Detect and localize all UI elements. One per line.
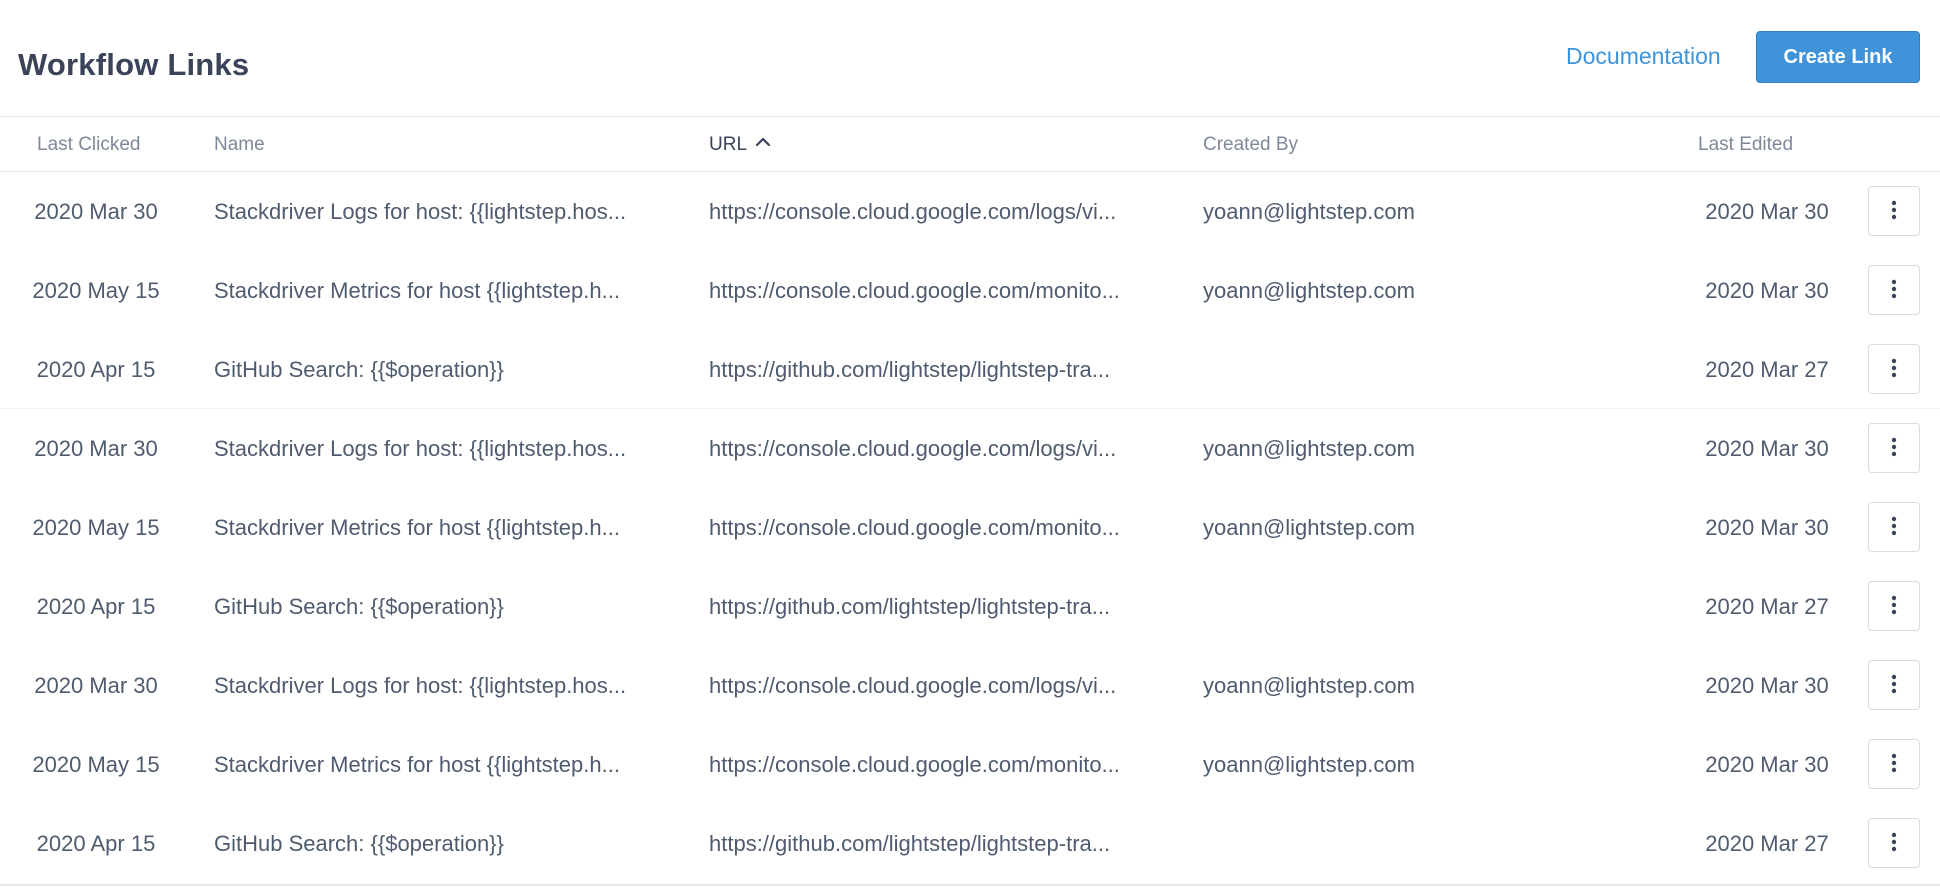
- row-menu-button[interactable]: [1868, 186, 1920, 236]
- last-clicked-cell: 2020 Apr 15: [36, 357, 156, 382]
- row-menu-button[interactable]: [1868, 739, 1920, 789]
- table-row: 2020 Apr 15 GitHub Search: {{$operation}…: [0, 330, 1940, 409]
- name-cell[interactable]: GitHub Search: {{$operation}}: [214, 831, 674, 857]
- url-cell[interactable]: https://console.cloud.google.com/monito.…: [709, 752, 1169, 778]
- column-header-url[interactable]: URL: [709, 134, 771, 156]
- last-edited-cell: 2020 Mar 30: [1705, 752, 1829, 777]
- documentation-link[interactable]: Documentation: [1566, 43, 1721, 70]
- name-cell[interactable]: GitHub Search: {{$operation}}: [214, 357, 674, 383]
- last-edited-cell: 2020 Mar 30: [1705, 278, 1829, 303]
- column-header-url-label: URL: [709, 134, 748, 155]
- last-clicked-cell: 2020 May 15: [32, 752, 160, 777]
- url-cell[interactable]: https://console.cloud.google.com/logs/vi…: [709, 436, 1169, 462]
- table-row: 2020 Mar 30 Stackdriver Logs for host: {…: [0, 646, 1940, 725]
- last-clicked-cell: 2020 Apr 15: [36, 831, 156, 856]
- row-menu-button[interactable]: [1868, 581, 1920, 631]
- name-cell[interactable]: Stackdriver Metrics for host {{lightstep…: [214, 278, 674, 304]
- last-edited-cell: 2020 Mar 27: [1705, 594, 1829, 619]
- workflow-links-card: Workflow Links Documentation Create Link…: [0, 0, 1940, 886]
- kebab-menu-icon: [1891, 832, 1897, 855]
- column-header-name[interactable]: Name: [214, 134, 265, 156]
- row-menu-button[interactable]: [1868, 660, 1920, 710]
- kebab-menu-icon: [1891, 516, 1897, 539]
- kebab-menu-icon: [1891, 595, 1897, 618]
- row-menu-button[interactable]: [1868, 502, 1920, 552]
- created-by-cell: yoann@lightstep.com: [1203, 199, 1415, 224]
- kebab-menu-icon: [1891, 200, 1897, 223]
- table-row: 2020 May 15 Stackdriver Metrics for host…: [0, 488, 1940, 567]
- url-cell[interactable]: https://console.cloud.google.com/monito.…: [709, 515, 1169, 541]
- last-edited-cell: 2020 Mar 27: [1705, 831, 1829, 856]
- created-by-cell: yoann@lightstep.com: [1203, 673, 1415, 698]
- kebab-menu-icon: [1891, 437, 1897, 460]
- table-row: 2020 May 15 Stackdriver Metrics for host…: [0, 251, 1940, 330]
- url-cell[interactable]: https://console.cloud.google.com/monito.…: [709, 278, 1169, 304]
- last-edited-cell: 2020 Mar 30: [1705, 199, 1829, 224]
- last-edited-cell: 2020 Mar 30: [1705, 673, 1829, 698]
- table-row: 2020 Apr 15 GitHub Search: {{$operation}…: [0, 567, 1940, 646]
- created-by-cell: yoann@lightstep.com: [1203, 752, 1415, 777]
- column-header-created-by[interactable]: Created By: [1203, 134, 1298, 156]
- name-cell[interactable]: Stackdriver Metrics for host {{lightstep…: [214, 752, 674, 778]
- row-menu-button[interactable]: [1868, 344, 1920, 394]
- table-row: 2020 Mar 30 Stackdriver Logs for host: {…: [0, 409, 1940, 488]
- name-cell[interactable]: GitHub Search: {{$operation}}: [214, 594, 674, 620]
- url-cell[interactable]: https://github.com/lightstep/lightstep-t…: [709, 594, 1169, 620]
- last-clicked-cell: 2020 Mar 30: [34, 436, 158, 461]
- row-menu-button[interactable]: [1868, 423, 1920, 473]
- last-edited-cell: 2020 Mar 30: [1705, 515, 1829, 540]
- last-clicked-cell: 2020 Apr 15: [36, 594, 156, 619]
- name-cell[interactable]: Stackdriver Logs for host: {{lightstep.h…: [214, 436, 674, 462]
- name-cell[interactable]: Stackdriver Metrics for host {{lightstep…: [214, 515, 674, 541]
- kebab-menu-icon: [1891, 358, 1897, 381]
- created-by-cell: yoann@lightstep.com: [1203, 436, 1415, 461]
- url-cell[interactable]: https://console.cloud.google.com/logs/vi…: [709, 673, 1169, 699]
- kebab-menu-icon: [1891, 674, 1897, 697]
- kebab-menu-icon: [1891, 753, 1897, 776]
- last-clicked-cell: 2020 Mar 30: [34, 673, 158, 698]
- name-cell[interactable]: Stackdriver Logs for host: {{lightstep.h…: [214, 673, 674, 699]
- row-menu-button[interactable]: [1868, 818, 1920, 868]
- table-row: 2020 Mar 30 Stackdriver Logs for host: {…: [0, 172, 1940, 251]
- url-cell[interactable]: https://github.com/lightstep/lightstep-t…: [709, 357, 1169, 383]
- last-clicked-cell: 2020 Mar 30: [34, 199, 158, 224]
- table-row: 2020 Apr 15 GitHub Search: {{$operation}…: [0, 804, 1940, 883]
- table-row: 2020 May 15 Stackdriver Metrics for host…: [0, 725, 1940, 804]
- last-clicked-cell: 2020 May 15: [32, 278, 160, 303]
- page-header: Workflow Links Documentation Create Link: [0, 0, 1940, 117]
- last-clicked-cell: 2020 May 15: [32, 515, 160, 540]
- url-cell[interactable]: https://console.cloud.google.com/logs/vi…: [709, 199, 1169, 225]
- table-header: Last Clicked Name URL Created By Last Ed…: [0, 117, 1940, 172]
- chevron-up-icon: [755, 132, 771, 154]
- column-header-last-clicked[interactable]: Last Clicked: [37, 134, 141, 156]
- create-link-button[interactable]: Create Link: [1756, 31, 1920, 83]
- page-title: Workflow Links: [18, 47, 250, 82]
- created-by-cell: yoann@lightstep.com: [1203, 278, 1415, 303]
- table-body: 2020 Mar 30 Stackdriver Logs for host: {…: [0, 172, 1940, 883]
- last-edited-cell: 2020 Mar 27: [1705, 357, 1829, 382]
- row-menu-button[interactable]: [1868, 265, 1920, 315]
- url-cell[interactable]: https://github.com/lightstep/lightstep-t…: [709, 831, 1169, 857]
- column-header-last-edited[interactable]: Last Edited: [1698, 134, 1793, 156]
- created-by-cell: yoann@lightstep.com: [1203, 515, 1415, 540]
- name-cell[interactable]: Stackdriver Logs for host: {{lightstep.h…: [214, 199, 674, 225]
- last-edited-cell: 2020 Mar 30: [1705, 436, 1829, 461]
- kebab-menu-icon: [1891, 279, 1897, 302]
